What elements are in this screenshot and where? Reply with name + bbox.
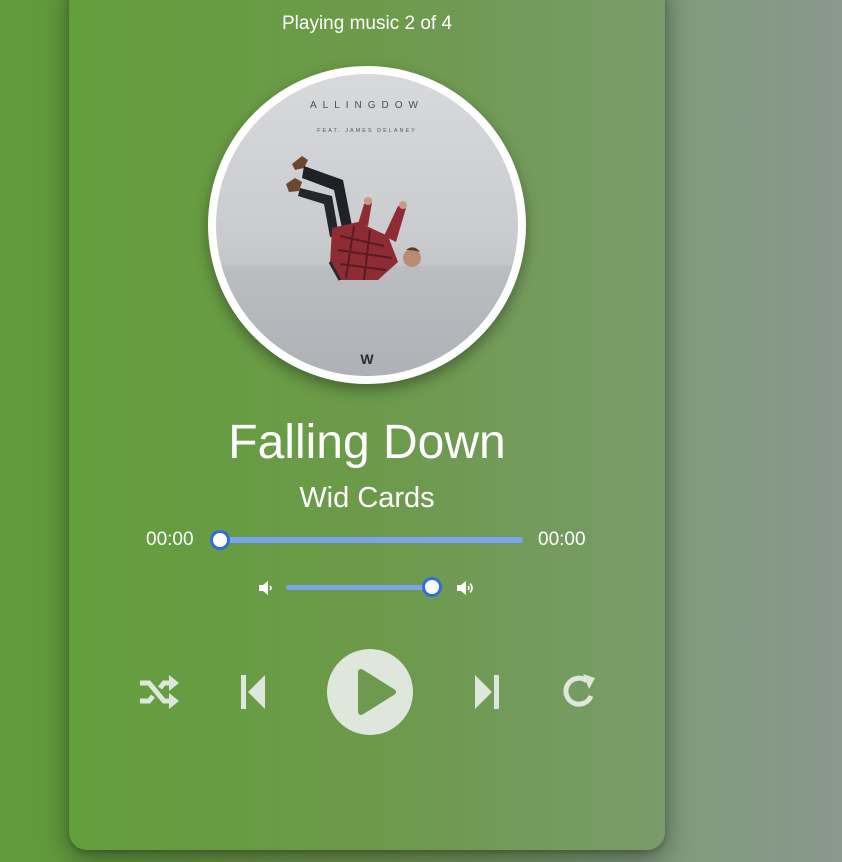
- player-card: Playing music 2 of 4 ALLINGDOW FEAT. JAM…: [69, 0, 665, 850]
- volume-slider[interactable]: [286, 577, 442, 597]
- volume-up-icon[interactable]: [455, 578, 475, 598]
- total-duration: 00:00: [538, 529, 586, 550]
- album-logo-text: W: [360, 351, 374, 367]
- next-icon[interactable]: [473, 672, 501, 712]
- now-playing-details: Playing music 2 of 4: [281, 13, 453, 34]
- repeat-icon[interactable]: [559, 672, 599, 712]
- current-time: 00:00: [146, 529, 194, 550]
- play-icon: [358, 669, 396, 715]
- album-art: ALLINGDOW FEAT. JAMES DELANEY W: [208, 66, 526, 384]
- album-cover-image: ALLINGDOW FEAT. JAMES DELANEY W: [216, 74, 518, 376]
- album-subtitle-text: FEAT. JAMES DELANEY: [317, 128, 417, 134]
- shuffle-icon[interactable]: [138, 672, 180, 712]
- track-name: Falling Down: [228, 416, 506, 469]
- seek-slider-thumb[interactable]: [210, 530, 230, 550]
- album-title-text: ALLINGDOW: [310, 100, 424, 111]
- volume-down-icon[interactable]: [256, 578, 276, 598]
- volume-slider-thumb[interactable]: [422, 577, 442, 597]
- play-button[interactable]: [327, 649, 413, 735]
- seek-slider[interactable]: [210, 530, 523, 550]
- track-artist: Wid Cards: [299, 482, 435, 514]
- previous-icon[interactable]: [239, 672, 267, 712]
